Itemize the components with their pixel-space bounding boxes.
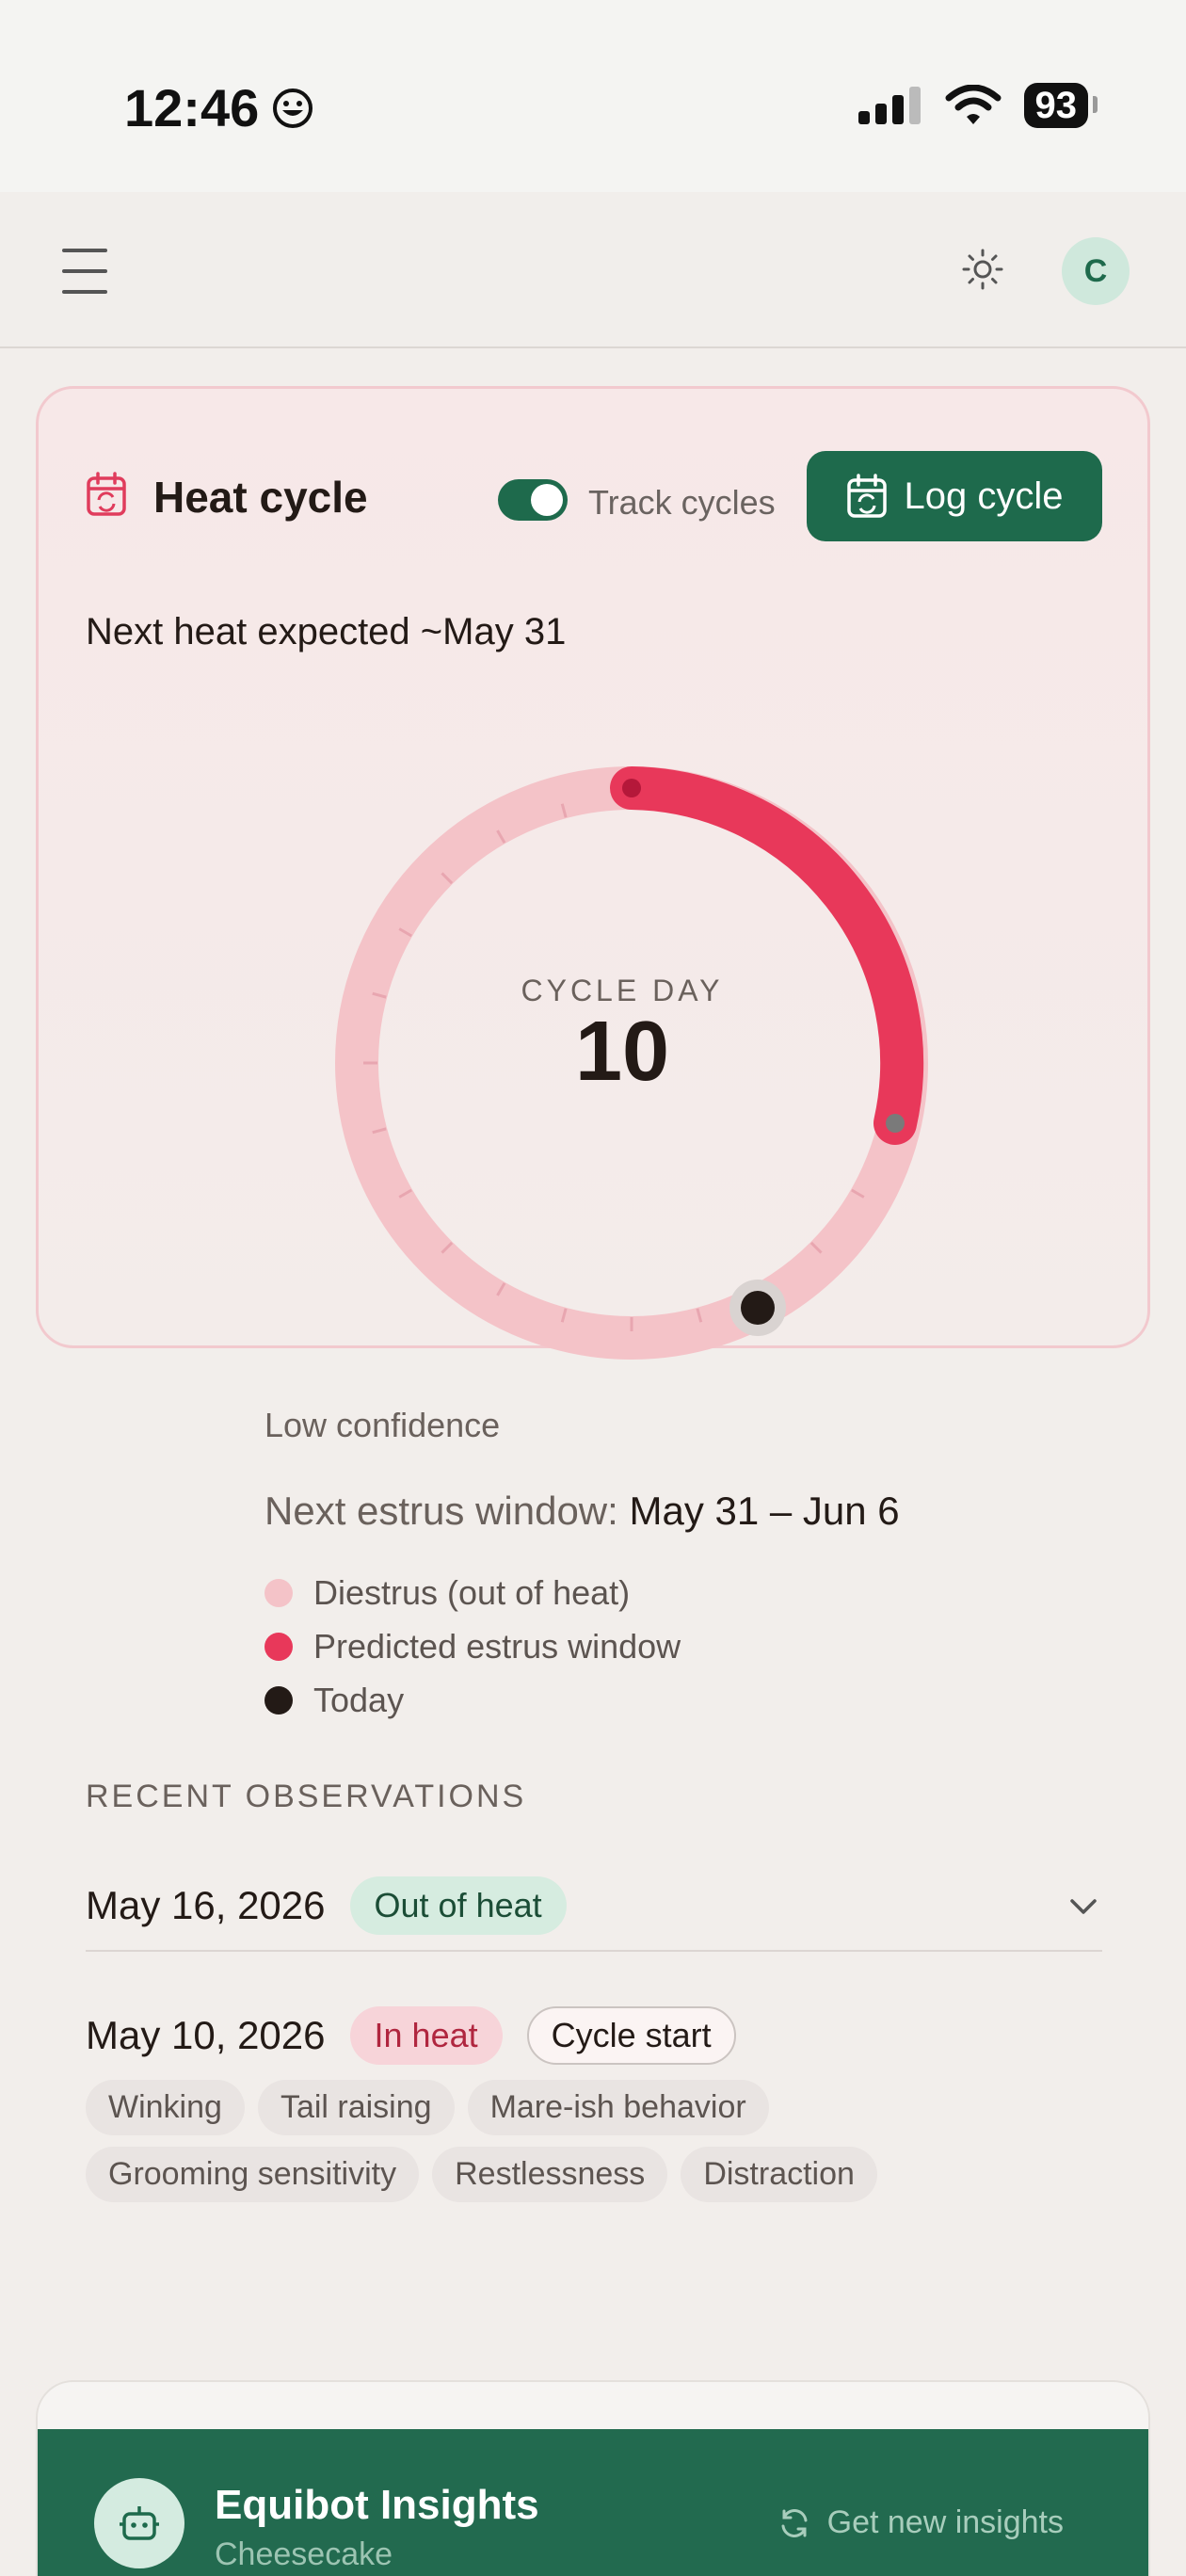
legend-dot-diestrus: [264, 1578, 293, 1607]
legend-item: Today: [264, 1673, 681, 1727]
theme-toggle-button[interactable]: [956, 243, 1009, 296]
robot-icon: [120, 2506, 159, 2540]
refresh-icon: [781, 2508, 808, 2537]
chevron-down-icon[interactable]: [1065, 1888, 1102, 1925]
legend-label: Today: [313, 1680, 405, 1719]
status-badge: Out of heat: [349, 1876, 567, 1935]
card-header: Heat cycle Track cycles Log cycle: [86, 451, 1102, 541]
log-cycle-button[interactable]: Log cycle: [807, 451, 1102, 541]
behavior-tag: Grooming sensitivity: [86, 2147, 420, 2202]
behavior-tag: Tail raising: [257, 2080, 455, 2135]
legend-label: Diestrus (out of heat): [313, 1572, 631, 1612]
confidence-label: Low confidence: [264, 1406, 501, 1444]
legend-dot-today: [264, 1685, 293, 1715]
cycle-start-badge: Cycle start: [526, 2006, 736, 2065]
next-heat-text: Next heat expected ~May 31: [86, 611, 567, 652]
smiley-icon: [273, 88, 313, 128]
legend-label: Predicted estrus window: [313, 1626, 681, 1666]
track-cycles-toggle[interactable]: [498, 479, 568, 521]
estrus-window-text: Next estrus window: May 31 – Jun 6: [264, 1489, 900, 1534]
menu-icon[interactable]: [62, 249, 119, 294]
behavior-tag: Distraction: [681, 2147, 877, 2202]
battery-indicator: 93: [1023, 83, 1098, 128]
sun-icon: [962, 249, 1003, 290]
divider: [86, 1950, 1102, 1952]
insights-card: Equibot Insights Cheesecake Get new insi…: [36, 2380, 1150, 2576]
track-cycles-label: Track cycles: [588, 483, 776, 522]
insights-header: Equibot Insights Cheesecake Get new insi…: [38, 2429, 1148, 2576]
heat-cycle-card: Heat cycle Track cycles Log cycle Next h…: [36, 386, 1150, 2202]
log-cycle-label: Log cycle: [904, 475, 1064, 517]
wifi-icon: [945, 85, 1001, 124]
cycle-ring: CYCLE DAY 10: [302, 728, 942, 1368]
clock-text: 12:46: [124, 78, 260, 137]
behavior-tags: Winking Tail raising Mare-ish behavior G…: [86, 2080, 1102, 2202]
calendar-cycle-icon: [87, 472, 126, 516]
legend-dot-estrus: [264, 1632, 293, 1661]
app-header: C: [0, 192, 1186, 348]
behavior-tag: Restlessness: [432, 2147, 668, 2202]
legend-item: Diestrus (out of heat): [264, 1566, 681, 1619]
bot-avatar: [94, 2478, 184, 2568]
cycle-day-display: CYCLE DAY 10: [302, 728, 942, 1368]
estrus-window-dates: May 31 – Jun 6: [629, 1489, 900, 1533]
status-badge: In heat: [349, 2006, 503, 2065]
observation-date: May 10, 2026: [86, 2013, 326, 2057]
cycle-day-value: 10: [574, 1004, 670, 1099]
observation-row[interactable]: May 16, 2026 Out of heat: [86, 1876, 1102, 1935]
legend-item: Predicted estrus window: [264, 1619, 681, 1673]
cycle-day-label: CYCLE DAY: [521, 973, 724, 1007]
get-new-insights-button[interactable]: Get new insights: [777, 2504, 1064, 2541]
get-new-insights-label: Get new insights: [826, 2504, 1064, 2540]
behavior-tag: Mare-ish behavior: [467, 2080, 769, 2135]
avatar[interactable]: C: [1062, 237, 1130, 305]
signal-icon: [857, 87, 921, 124]
observation-date: May 16, 2026: [86, 1883, 326, 1927]
status-bar: 12:46 93: [0, 0, 1186, 192]
cycle-legend: Diestrus (out of heat) Predicted estrus …: [264, 1566, 681, 1727]
calendar-cycle-icon: [846, 474, 887, 518]
observation-row[interactable]: May 10, 2026 In heat Cycle start: [86, 2006, 1102, 2065]
estrus-window-prefix: Next estrus window:: [264, 1489, 630, 1533]
status-indicators: 93: [857, 83, 1098, 128]
status-time: 12:46: [124, 77, 313, 138]
insights-subtitle: Cheesecake: [215, 2536, 393, 2572]
insights-title: Equibot Insights: [215, 2482, 539, 2528]
card-title: Heat cycle: [153, 473, 368, 522]
behavior-tag: Winking: [86, 2080, 245, 2135]
recent-observations-heading: RECENT OBSERVATIONS: [86, 1779, 527, 1814]
